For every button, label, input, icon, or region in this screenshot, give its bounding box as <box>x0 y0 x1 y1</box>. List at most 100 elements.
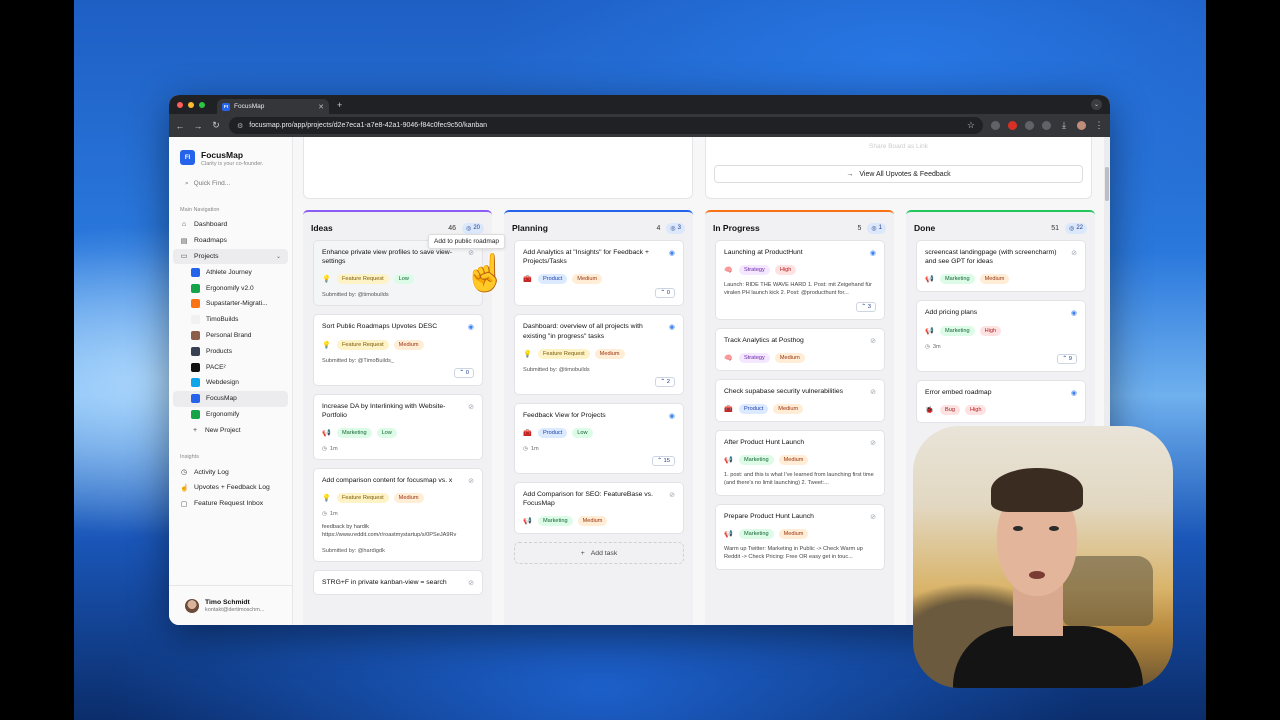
eye-off-icon[interactable]: ⊘ <box>468 477 474 485</box>
quick-find-input[interactable]: ⌕ Quick Find... <box>180 176 282 191</box>
sidebar-project-item[interactable]: FocusMap <box>173 390 288 407</box>
close-tab-icon[interactable]: ✕ <box>318 103 324 111</box>
eye-off-icon[interactable]: ⊘ <box>870 439 876 447</box>
upvote-button[interactable]: ⌃ 9 <box>1057 353 1077 364</box>
view-all-upvotes-button[interactable]: → View All Upvotes & Feedback <box>714 165 1083 183</box>
task-card[interactable]: Prepare Product Hunt Launch ⊘ 📢 Marketing Me… <box>715 504 885 570</box>
upvote-icon: ◎ <box>871 225 877 232</box>
sidebar-project-item[interactable]: TimoBuilds <box>173 312 288 328</box>
site-info-icon[interactable]: ⚙ <box>237 122 243 130</box>
eye-off-icon[interactable]: ⊘ <box>870 388 876 396</box>
task-card[interactable]: Track Analytics at Posthog ⊘ 🧠 Strategy Medi… <box>715 327 885 371</box>
scroll-thumb[interactable] <box>1105 167 1109 201</box>
task-card[interactable]: screencast landingpage (with screencharm… <box>916 240 1086 293</box>
extension-icon[interactable] <box>991 121 1000 130</box>
column-upvotes-count: 22 <box>1076 225 1083 231</box>
nav-roadmaps[interactable]: ▤ Roadmaps <box>173 233 288 249</box>
eye-icon[interactable]: ◉ <box>1071 389 1077 397</box>
minimize-window-button[interactable] <box>188 101 194 108</box>
close-window-button[interactable] <box>177 101 183 108</box>
task-card[interactable]: Feedback View for Projects ◉ 🧰 Product Low ◷ 1… <box>514 402 684 474</box>
task-card[interactable]: After Product Hunt Launch ⊘ 📢 Marketing Medi… <box>715 430 885 496</box>
task-card[interactable]: Enhance private view profiles to save vi… <box>313 240 483 307</box>
download-icon[interactable]: ⤓ <box>1059 120 1069 131</box>
extensions-puzzle-icon[interactable] <box>1042 121 1051 130</box>
eye-off-icon[interactable]: ⊘ <box>1071 249 1077 257</box>
sidebar-project-item[interactable]: Supastarter-Migrati... <box>173 296 288 312</box>
task-card[interactable]: Add Analytics at "Insights" for Feedback… <box>514 240 684 307</box>
card-title: Dashboard: overview of all projects with… <box>523 323 643 340</box>
user-email: kontakt@dertimoschm... <box>205 606 265 613</box>
sidebar-project-item[interactable]: Personal Brand <box>173 328 288 344</box>
user-name: Timo Schmidt <box>205 598 250 606</box>
sidebar-project-item[interactable]: Ergonomify <box>173 407 288 423</box>
user-profile[interactable]: Timo Schmidt kontakt@dertimoschm... <box>169 585 292 625</box>
share-board-label: Share Board as Link <box>869 142 928 150</box>
task-card[interactable]: Error embed roadmap ◉ 🐞 Bug High <box>916 379 1086 423</box>
back-icon[interactable]: ← <box>175 121 185 131</box>
task-card[interactable]: Sort Public Roadmaps Upvotes DESC ◉ 💡 Featu… <box>313 314 483 386</box>
eye-icon[interactable]: ◉ <box>669 412 675 420</box>
nav-feature-request-inbox[interactable]: ▢ Feature Request Inbox <box>173 496 288 512</box>
sidebar-project-item[interactable]: Athlete Journey <box>173 264 288 280</box>
eye-off-icon[interactable]: ⊘ <box>669 491 675 499</box>
upvote-button[interactable]: ⌃ 2 <box>655 376 675 387</box>
extension-record-icon[interactable] <box>1008 121 1017 130</box>
eye-off-icon[interactable]: ⊘ <box>468 403 474 411</box>
upvote-button[interactable]: ⌃ 3 <box>856 301 876 312</box>
task-card[interactable]: Add pricing plans ◉ 📢 Marketing High ◷ 3m ⌃ 9 <box>916 300 1086 372</box>
extension-shield-icon[interactable] <box>1025 121 1034 130</box>
eye-icon[interactable]: ◉ <box>870 249 876 257</box>
card-title: Add pricing plans <box>925 309 978 317</box>
browser-tab[interactable]: FI FocusMap ✕ <box>217 99 329 114</box>
task-card[interactable]: Add Comparison for SEO: FeatureBase vs. … <box>514 481 684 535</box>
profile-avatar-icon[interactable] <box>1077 121 1086 130</box>
clock-icon: ◷ <box>925 343 930 350</box>
add-task-button[interactable]: + Add task <box>514 542 684 565</box>
eye-off-icon[interactable]: ⊘ <box>468 579 474 587</box>
address-bar[interactable]: ⚙ focusmap.pro/app/projects/d2e7eca1-a7e… <box>229 117 983 134</box>
eye-icon[interactable]: ◉ <box>468 323 474 331</box>
chevron-down-icon[interactable]: ⌄ <box>276 253 281 260</box>
eye-off-icon[interactable]: ⊘ <box>870 337 876 345</box>
eye-off-icon[interactable]: ⊘ <box>870 513 876 521</box>
column-title: Planning <box>512 223 548 233</box>
sidebar-project-item[interactable]: PACE² <box>173 359 288 375</box>
card-submitted-by: Submitted by: @TimoBuilds_ <box>322 357 395 364</box>
maximize-window-button[interactable] <box>199 101 205 108</box>
brand[interactable]: FI FocusMap Clarity is your co-founder. <box>169 137 292 167</box>
task-card[interactable]: Launching at ProductHunt ◉ 🧠 Strategy High La… <box>715 240 885 320</box>
task-card[interactable]: Increase DA by Interlinking with Website… <box>313 393 483 460</box>
task-card[interactable]: Dashboard: overview of all projects with… <box>514 314 684 395</box>
nav-projects[interactable]: ▭ Projects ⌄ <box>173 248 288 265</box>
sidebar-project-item[interactable]: Products <box>173 343 288 359</box>
eye-icon[interactable]: ◉ <box>1071 309 1077 317</box>
upvote-button[interactable]: ⌃ 0 <box>655 288 675 299</box>
sidebar-project-item[interactable]: Webdesign <box>173 375 288 391</box>
category-icon: 📢 <box>523 518 532 526</box>
project-icon <box>191 378 200 388</box>
upvote-button[interactable]: ⌃ 0 <box>454 367 474 378</box>
upvote-button[interactable]: ⌃ 15 <box>652 455 675 466</box>
forward-icon[interactable]: → <box>193 121 203 131</box>
nav-upvotes-feedback-log[interactable]: ☝ Upvotes + Feedback Log <box>173 480 288 496</box>
task-card[interactable]: Check supabase security vulnerabilities ⊘… <box>715 379 885 423</box>
new-project-button[interactable]: + New Project <box>173 422 288 438</box>
new-tab-icon[interactable]: + <box>337 100 342 110</box>
task-card[interactable]: Add comparison content for focusmap vs. … <box>313 467 483 562</box>
sidebar-project-item[interactable]: Ergonomify v2.0 <box>173 280 288 296</box>
bookmark-star-icon[interactable]: ☆ <box>967 120 975 131</box>
eye-icon[interactable]: ◉ <box>669 323 675 331</box>
card-description: Launch: RIDE THE WAVE HARD 1. Post: mit … <box>724 282 872 296</box>
browser-menu-icon[interactable]: ⋮ <box>1094 120 1104 131</box>
reload-icon[interactable]: ↻ <box>211 120 221 131</box>
nav-dashboard[interactable]: ⌂ Dashboard <box>173 217 288 233</box>
tab-search-icon[interactable]: ⌄ <box>1091 99 1102 110</box>
card-meta: ◷ 1m <box>523 446 675 452</box>
card-submitted-by: Submitted by: @timobuilds <box>523 366 590 373</box>
share-board-button[interactable]: Share Board as Link <box>714 138 1083 154</box>
card-tags: 💡 Feature Request Medium <box>523 348 675 359</box>
eye-icon[interactable]: ◉ <box>669 249 675 257</box>
task-card[interactable]: STRG+F in private kanban-view = search ⊘ <box>313 569 483 595</box>
nav-activity-log[interactable]: ◷ Activity Log <box>173 464 288 480</box>
